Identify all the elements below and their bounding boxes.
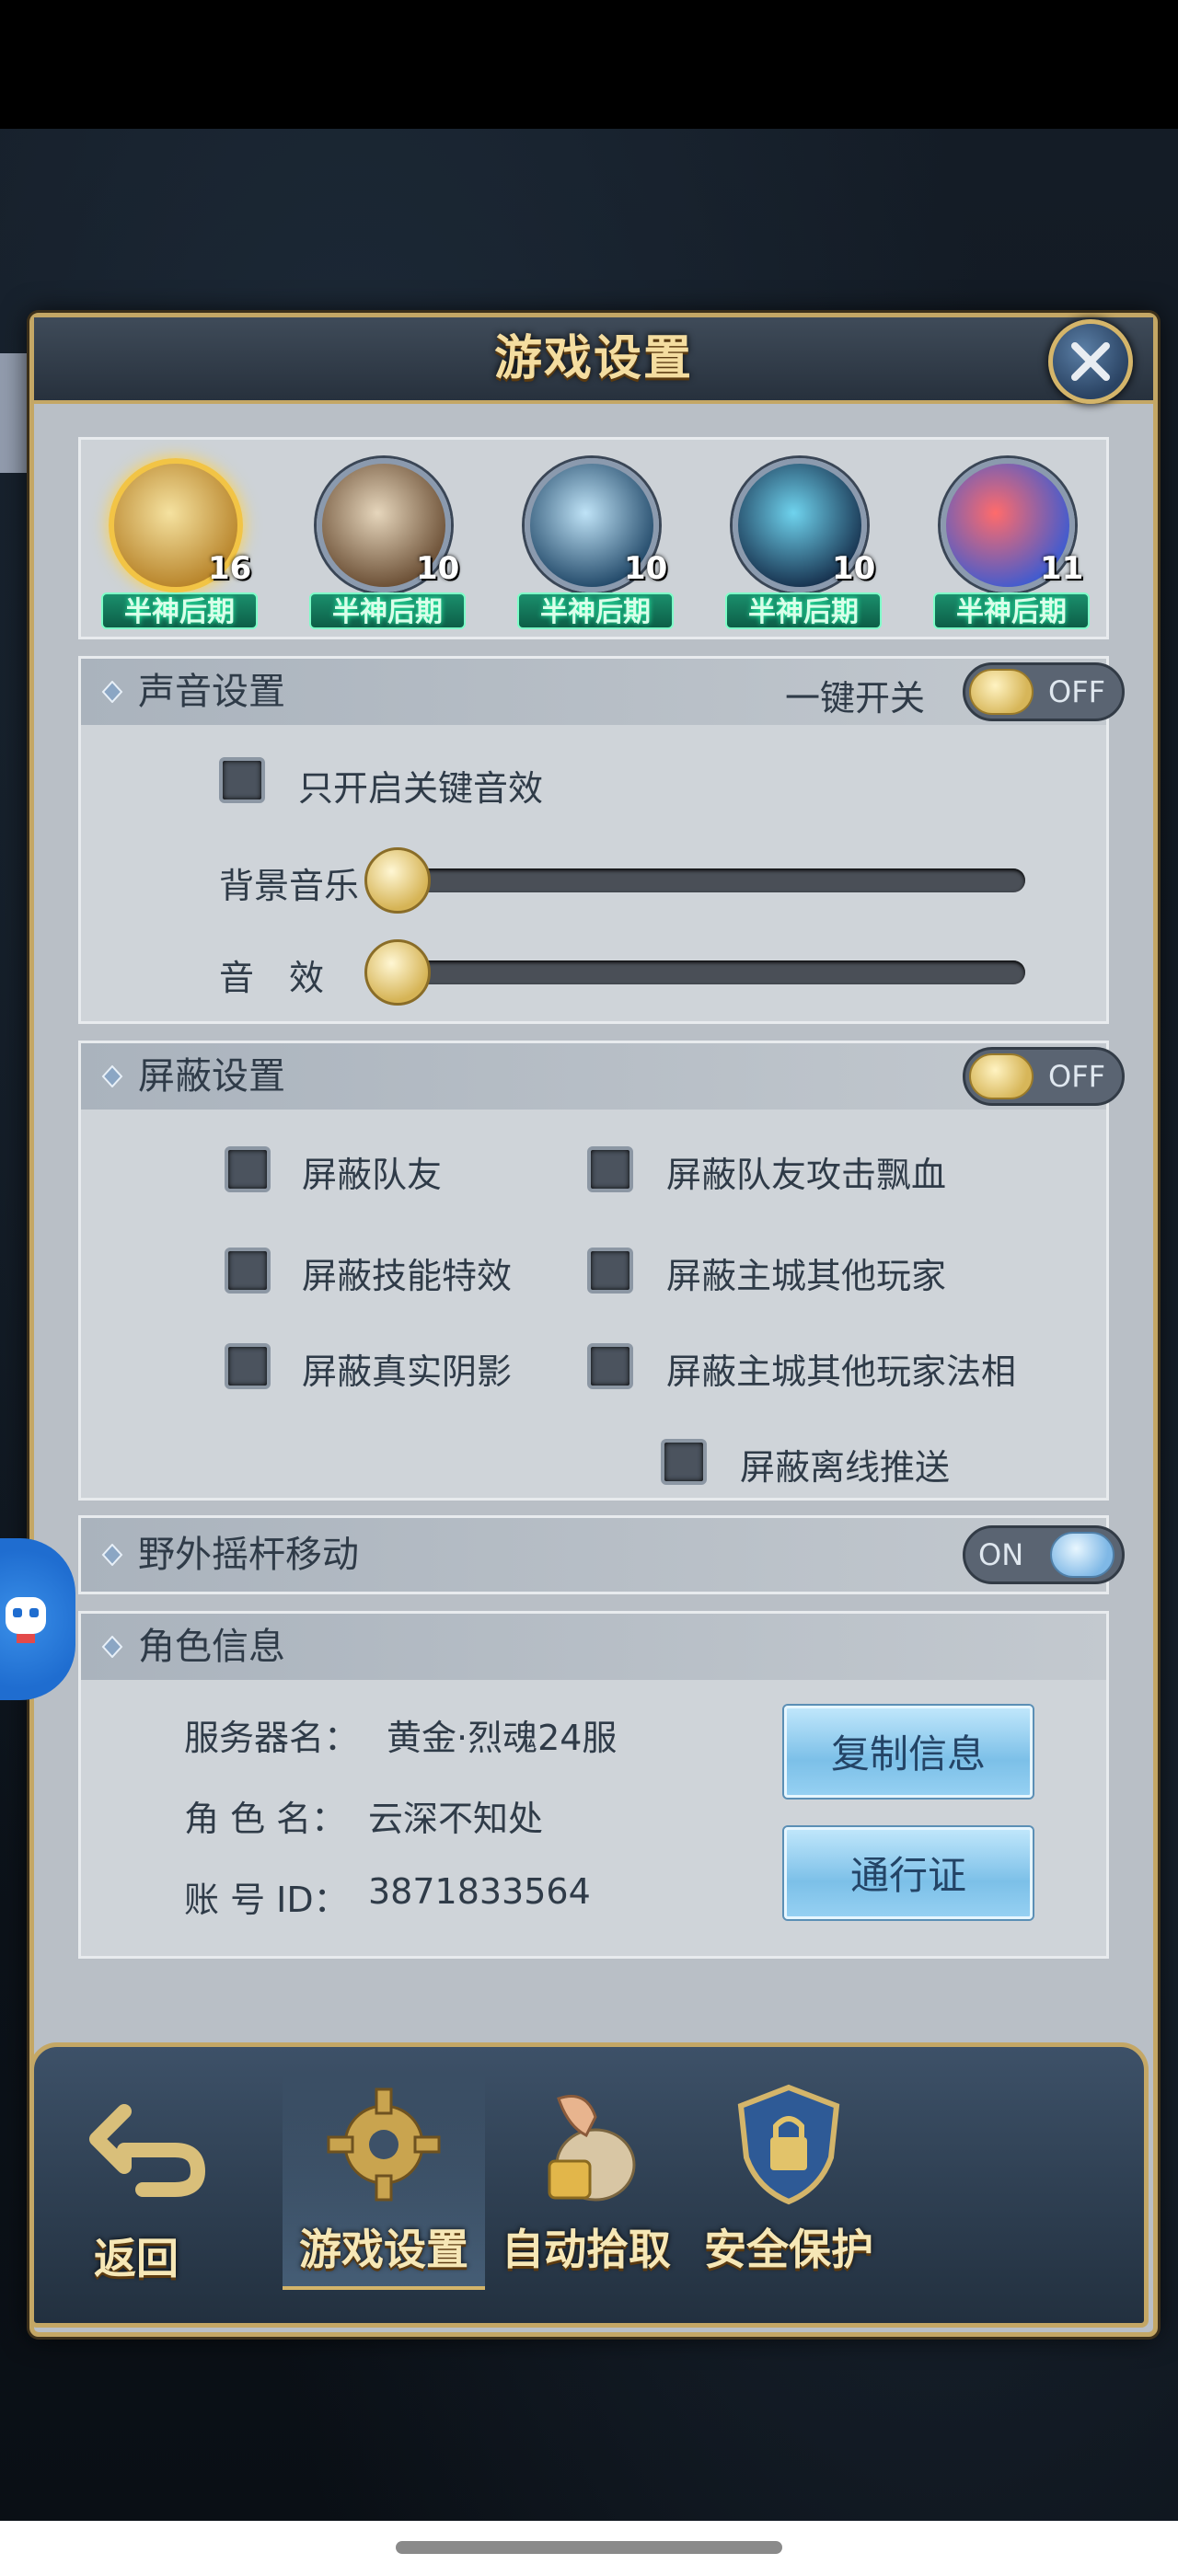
sound-settings-title: 声音设置 — [138, 671, 285, 713]
shield-lock-icon — [737, 2084, 840, 2205]
hero-slot-5[interactable]: 11 半神后期 — [922, 449, 1106, 633]
hero-slot-1[interactable]: 16 半神后期 — [90, 449, 274, 633]
account-id-label: 账 号 ID： — [184, 1880, 349, 1920]
block-city-players-checkbox[interactable] — [587, 1248, 633, 1294]
hero-slot-4[interactable]: 10 半神后期 — [714, 449, 898, 633]
block-skill-effects-checkbox[interactable] — [225, 1248, 271, 1294]
role-info-section: 角色信息 服务器名： 黄金·烈魂24服 角 色 名： 云深不知处 账 号 ID：… — [78, 1611, 1109, 1959]
block-offline-push-checkbox[interactable] — [661, 1439, 707, 1485]
block-city-players-label: 屏蔽主城其他玩家 — [666, 1256, 947, 1296]
role-name-value: 云深不知处 — [368, 1799, 544, 1839]
auto-pickup-label: 自动拾取 — [502, 2225, 671, 2274]
game-settings-label: 游戏设置 — [299, 2225, 468, 2274]
status-bar-area — [0, 0, 1178, 129]
bgm-label: 背景音乐 — [219, 866, 360, 906]
back-arrow-icon — [89, 2104, 205, 2197]
role-name-label: 角 色 名： — [184, 1799, 347, 1839]
key-sfx-label: 只开启关键音效 — [298, 768, 544, 809]
hero-level: 10 — [624, 550, 668, 587]
block-settings-header: 屏蔽设置 OFF — [81, 1043, 1125, 1110]
home-indicator[interactable] — [396, 2541, 782, 2554]
diamond-icon — [101, 1544, 123, 1566]
close-icon — [1071, 342, 1110, 381]
hero-level: 10 — [416, 550, 460, 587]
diamond-icon — [101, 1065, 123, 1087]
joystick-header: 野外摇杆移动 ON — [81, 1518, 1125, 1592]
block-teammate-damage-checkbox[interactable] — [587, 1146, 633, 1192]
toggle-knob — [969, 1053, 1034, 1099]
joystick-toggle[interactable]: ON — [963, 1525, 1125, 1584]
role-info-header: 角色信息 — [81, 1614, 1106, 1680]
floating-assistant-button[interactable] — [0, 1538, 75, 1700]
block-settings-title: 屏蔽设置 — [138, 1055, 285, 1098]
key-sfx-checkbox[interactable] — [219, 757, 265, 803]
hero-level: 10 — [832, 550, 876, 587]
hero-level: 16 — [208, 550, 252, 587]
back-label: 返回 — [94, 2234, 179, 2283]
block-skill-effects-label: 屏蔽技能特效 — [302, 1256, 513, 1296]
joystick-title: 野外摇杆移动 — [138, 1534, 359, 1576]
hero-rank: 半神后期 — [725, 592, 882, 629]
hero-rank: 半神后期 — [101, 592, 258, 629]
close-button[interactable] — [1048, 319, 1133, 404]
security-tab[interactable]: 安全保护 — [687, 2075, 890, 2286]
toggle-state: OFF — [1048, 674, 1105, 709]
dialog-title: 游戏设置 — [493, 331, 693, 386]
hero-slot-2[interactable]: 10 半神后期 — [298, 449, 482, 633]
block-teammates-label: 屏蔽队友 — [302, 1155, 443, 1195]
bgm-slider-knob[interactable] — [364, 847, 431, 914]
role-info-title: 角色信息 — [138, 1626, 285, 1668]
block-toggle[interactable]: OFF — [963, 1047, 1125, 1106]
sound-settings-header: 声音设置 一键开关 OFF — [81, 659, 1125, 725]
diamond-icon — [101, 681, 123, 703]
hero-rank: 半神后期 — [309, 592, 466, 629]
auto-pickup-tab[interactable]: 自动拾取 — [485, 2075, 687, 2286]
joystick-section: 野外摇杆移动 ON — [78, 1515, 1125, 1594]
hero-slot-3[interactable]: 10 半神后期 — [506, 449, 690, 633]
hero-level: 11 — [1040, 550, 1084, 587]
account-id-value: 3871833564 — [368, 1871, 591, 1912]
server-value: 黄金·烈魂24服 — [387, 1718, 618, 1758]
toggle-state: OFF — [1048, 1059, 1105, 1094]
hero-rank: 半神后期 — [933, 592, 1090, 629]
toggle-knob — [969, 669, 1034, 715]
diamond-icon — [101, 1636, 123, 1658]
copy-info-button[interactable]: 复制信息 — [784, 1706, 1033, 1798]
robot-icon — [6, 1597, 46, 1643]
block-teammates-checkbox[interactable] — [225, 1146, 271, 1192]
hero-row: 16 半神后期 10 半神后期 10 半神后期 10 半神后期 11 半神后期 — [78, 437, 1109, 639]
block-city-player-forms-label: 屏蔽主城其他玩家法相 — [666, 1351, 1017, 1392]
sfx-slider[interactable] — [394, 960, 1025, 984]
dialog-header: 游戏设置 — [34, 317, 1153, 404]
toggle-knob — [1050, 1532, 1114, 1578]
bottom-nav-bar: 返回 游戏设置 自动拾取 安全保护 — [29, 2042, 1149, 2328]
security-label: 安全保护 — [704, 2225, 873, 2274]
gear-icon — [327, 2087, 441, 2202]
master-sound-toggle[interactable]: OFF — [963, 662, 1125, 721]
sound-settings-section: 声音设置 一键开关 OFF 只开启关键音效 背景音乐 音 效 — [78, 656, 1125, 1024]
settings-dialog: 游戏设置 16 半神后期 10 半神后期 10 半神后期 10 半神后期 11 … — [29, 313, 1158, 2337]
master-switch-label: 一键开关 — [785, 678, 926, 719]
block-real-shadows-checkbox[interactable] — [225, 1343, 271, 1389]
bgm-slider[interactable] — [394, 868, 1025, 892]
game-settings-tab[interactable]: 游戏设置 — [283, 2075, 485, 2290]
block-settings-section: 屏蔽设置 OFF 屏蔽队友 屏蔽队友攻击飘血 屏蔽技能特效 屏蔽主城其他玩家 屏… — [78, 1041, 1125, 1501]
back-button[interactable]: 返回 — [67, 2084, 251, 2295]
server-label: 服务器名： — [184, 1718, 360, 1758]
toggle-state: ON — [978, 1537, 1024, 1572]
money-bag-icon — [548, 2095, 636, 2202]
sfx-slider-knob[interactable] — [364, 939, 431, 1006]
block-city-player-forms-checkbox[interactable] — [587, 1343, 633, 1389]
hero-rank: 半神后期 — [517, 592, 674, 629]
block-teammate-damage-label: 屏蔽队友攻击飘血 — [666, 1155, 947, 1195]
sfx-label: 音 效 — [219, 958, 325, 998]
block-offline-push-label: 屏蔽离线推送 — [740, 1447, 951, 1488]
pass-button[interactable]: 通行证 — [784, 1827, 1033, 1919]
block-real-shadows-label: 屏蔽真实阴影 — [302, 1351, 513, 1392]
